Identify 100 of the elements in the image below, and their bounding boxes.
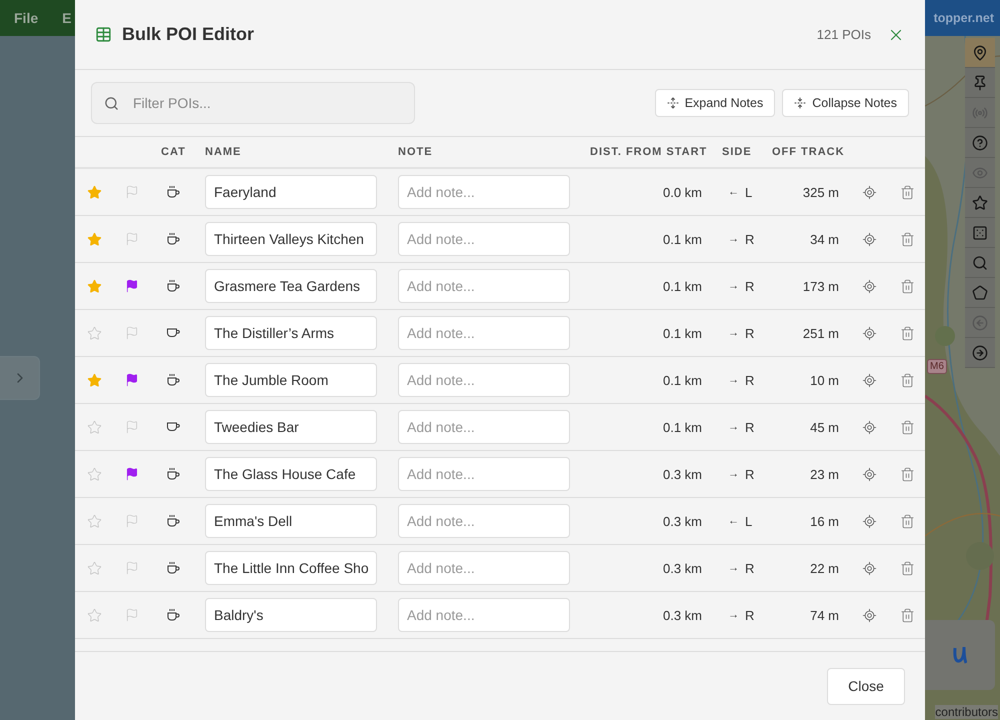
- coffee-cup-icon: [166, 279, 180, 293]
- side-arrow: →: [728, 327, 739, 339]
- pentagon-icon: [972, 284, 988, 300]
- trash-icon[interactable]: [900, 372, 914, 388]
- coffee-cup-icon: [166, 232, 180, 246]
- side-arrow: ←: [728, 515, 739, 527]
- search-field[interactable]: Filter POIs...: [131, 94, 402, 112]
- note-field[interactable]: Add note...: [398, 363, 570, 397]
- cup-icon: [166, 328, 180, 338]
- side-cell: R: [745, 466, 754, 482]
- locate-icon[interactable]: [862, 560, 876, 576]
- coffee-cup-icon: [166, 514, 180, 528]
- name-field[interactable]: Emma's Dell: [205, 504, 377, 538]
- table-icon: [95, 26, 112, 43]
- name-field[interactable]: Baldry's: [205, 598, 377, 632]
- star-icon[interactable]: [86, 560, 102, 576]
- trash-icon[interactable]: [900, 326, 914, 340]
- flag-icon[interactable]: [125, 279, 139, 293]
- logo-icon: [953, 644, 967, 666]
- trash-icon[interactable]: [900, 514, 914, 528]
- name-field[interactable]: The Glass House Cafe: [205, 457, 377, 491]
- off-track-cell-text: 34 m: [809, 232, 840, 246]
- star-icon[interactable]: [86, 232, 102, 246]
- distance-cell-text: 0.1 km: [662, 372, 703, 388]
- site-name: topper.net: [934, 11, 995, 25]
- map-pin-icon: [972, 44, 988, 60]
- name-field[interactable]: Faeryland: [205, 175, 377, 209]
- name-field[interactable]: Tweedies Bar: [205, 410, 377, 444]
- side-cell: L: [745, 184, 752, 200]
- trash-icon[interactable]: [900, 278, 914, 294]
- trash-icon[interactable]: [900, 184, 914, 200]
- column-header: NOTE: [397, 146, 434, 158]
- distance-cell-text: 0.3 km: [662, 608, 703, 622]
- off-track-cell-text: 10 m: [809, 372, 840, 388]
- note-field[interactable]: Add note...: [398, 269, 570, 303]
- menu-item[interactable]: E: [48, 0, 72, 36]
- flag-icon[interactable]: [125, 467, 139, 481]
- column-header: CAT: [160, 146, 187, 158]
- trash-icon[interactable]: [900, 420, 914, 434]
- column-header: NAME: [204, 146, 242, 158]
- collapse-icon: [794, 97, 806, 109]
- star-icon[interactable]: [86, 278, 102, 294]
- flag-icon[interactable]: [125, 373, 139, 387]
- locate-icon[interactable]: [862, 466, 876, 482]
- distance-cell-text: 0.3 km: [662, 514, 703, 528]
- star-icon[interactable]: [86, 372, 102, 388]
- star-icon[interactable]: [86, 184, 102, 200]
- distance-cell-text: 0.3 km: [662, 560, 703, 576]
- side-arrow: →: [728, 374, 739, 386]
- dialog-title: Bulk POI Editor: [122, 24, 256, 45]
- locate-icon[interactable]: [862, 420, 876, 434]
- locate-icon[interactable]: [862, 184, 876, 200]
- name-field[interactable]: Grasmere Tea Gardens: [205, 269, 377, 303]
- name-field[interactable]: The Jumble Room: [205, 363, 377, 397]
- map-tool-button[interactable]: [965, 38, 995, 68]
- locate-icon[interactable]: [862, 372, 876, 388]
- note-field[interactable]: Add note...: [398, 551, 570, 585]
- note-field[interactable]: Add note...: [398, 457, 570, 491]
- off-track-cell-text: 251 m: [802, 326, 840, 340]
- locate-icon[interactable]: [862, 326, 876, 340]
- distance-cell-text: 0.1 km: [662, 278, 703, 294]
- note-field[interactable]: Add note...: [398, 316, 570, 350]
- star-icon[interactable]: [86, 420, 102, 434]
- trash-icon[interactable]: [900, 560, 914, 576]
- star-icon[interactable]: [86, 326, 102, 340]
- trash-icon[interactable]: [900, 466, 914, 482]
- menu-item[interactable]: File: [0, 0, 38, 36]
- distance-cell-text: 0.1 km: [662, 232, 703, 246]
- name-field[interactable]: Thirteen Valleys Kitchen: [205, 222, 377, 256]
- side-arrow: →: [728, 609, 739, 621]
- coffee-cup-icon: [166, 185, 180, 199]
- note-field[interactable]: Add note...: [398, 175, 570, 209]
- side-cell: R: [745, 278, 754, 294]
- collapse-notes-button[interactable]: Collapse Notes: [782, 89, 909, 117]
- distance-cell-text: 0.1 km: [662, 326, 703, 340]
- side-cell: L: [745, 514, 752, 528]
- name-field[interactable]: The Distiller’s Arms: [205, 316, 377, 350]
- eye-icon: [972, 164, 988, 180]
- locate-icon[interactable]: [862, 232, 876, 246]
- locate-icon[interactable]: [862, 278, 876, 294]
- close-button[interactable]: Close: [827, 668, 905, 704]
- help-icon: [972, 134, 988, 150]
- star-icon[interactable]: [86, 466, 102, 482]
- note-field[interactable]: Add note...: [398, 410, 570, 444]
- locate-icon[interactable]: [862, 514, 876, 528]
- note-field[interactable]: Add note...: [398, 222, 570, 256]
- expand-notes-button[interactable]: Expand Notes: [654, 89, 776, 117]
- star-icon[interactable]: [86, 514, 102, 528]
- note-field[interactable]: Add note...: [398, 504, 570, 538]
- side-arrow: →: [728, 468, 739, 480]
- name-field[interactable]: The Little Inn Coffee Sho: [205, 551, 377, 585]
- trash-icon[interactable]: [900, 608, 914, 622]
- star-icon[interactable]: [86, 608, 102, 622]
- column-header: SIDE: [721, 146, 753, 158]
- search-box[interactable]: Filter POIs...: [91, 82, 415, 124]
- side-cell: R: [745, 608, 754, 622]
- note-field[interactable]: Add note...: [398, 598, 570, 632]
- coffee-cup-icon: [166, 561, 180, 575]
- locate-icon[interactable]: [862, 608, 876, 622]
- trash-icon[interactable]: [900, 232, 914, 246]
